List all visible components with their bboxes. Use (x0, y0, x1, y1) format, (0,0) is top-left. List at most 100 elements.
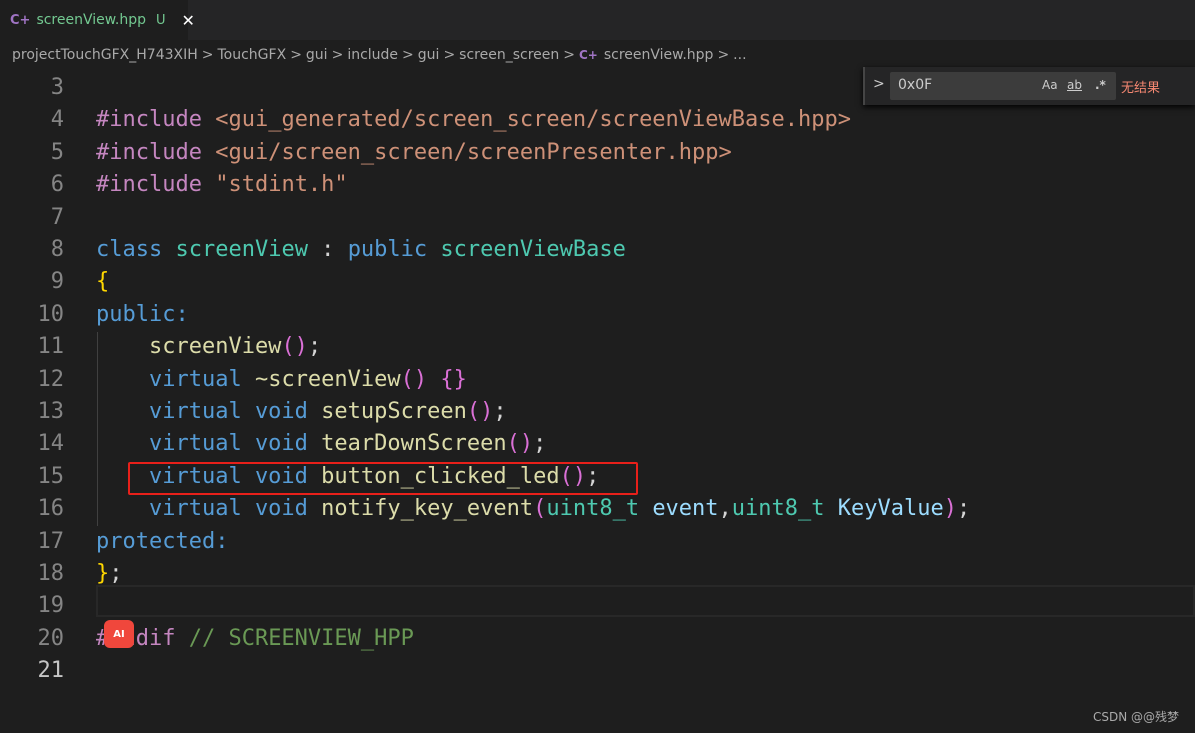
line-number: 18 (37, 561, 65, 586)
line-number: 15 (37, 463, 65, 489)
code-token: ( (533, 496, 547, 522)
code-line[interactable]: 17 protected: (0, 526, 1195, 558)
match-case-button[interactable]: Aa (1042, 78, 1058, 92)
find-input[interactable]: 0x0F Aa ab .* (890, 72, 1116, 100)
code-token: () (466, 399, 494, 424)
code-text: #include <gui_generated/screen_screen/sc… (96, 104, 851, 136)
code-token: {} (440, 366, 467, 392)
line-number: 10 (37, 301, 65, 327)
code-line[interactable]: 18}; (0, 558, 1195, 590)
breadcrumb-separator-icon: > (290, 47, 302, 63)
breadcrumb: projectTouchGFX_H743XIH > TouchGFX > gui > inc… (12, 44, 747, 66)
line-number: 16 (37, 496, 65, 522)
code-token: virtual (96, 366, 255, 392)
breadcrumb-item[interactable]: gui (306, 47, 328, 63)
code-token: ; (493, 399, 507, 424)
code-line[interactable]: 14 virtual void tearDownScreen(); (0, 428, 1195, 460)
close-icon[interactable]: ✕ (182, 11, 195, 30)
ai-assistant-icon[interactable]: AI (104, 620, 134, 648)
find-widget: > 0x0F Aa ab .* 无结果 (863, 67, 1195, 105)
code-line[interactable]: 6 #include "stdint.h" (0, 169, 1195, 201)
tab-bar: C+ screenView.hpp U ✕ (0, 0, 1195, 40)
code-token: public: (96, 301, 189, 327)
code-token: screenView (175, 237, 308, 262)
code-text: class screenView : public screenViewBase (96, 234, 626, 266)
code-line[interactable]: 7 (0, 202, 1195, 234)
annotation-highlight-box (128, 462, 638, 495)
breadcrumb-separator-icon: > (201, 47, 214, 63)
code-token: screenView (96, 334, 282, 360)
code-token: ; (307, 334, 322, 360)
code-line[interactable]: 20 #endif // SCREENVIEW_HPP (0, 623, 1195, 655)
code-token: tearDownScreen (321, 431, 507, 457)
breadcrumb-item[interactable]: screenView.hpp (604, 47, 714, 63)
line-number: 4 (50, 107, 64, 133)
code-text: #endif // SCREENVIEW_HPP (96, 623, 414, 655)
code-token: ; (533, 431, 547, 457)
line-number: 21 (37, 658, 65, 684)
code-line[interactable]: 8 class screenView : public screenViewBas… (0, 234, 1195, 266)
code-line[interactable]: 10 public: (0, 299, 1195, 331)
code-text: virtual void setupScreen(); (96, 396, 507, 428)
code-token: ; (956, 496, 971, 522)
code-text: #include "stdint.h" (96, 169, 348, 201)
code-token: "stdint.h" (215, 172, 348, 198)
code-token: #include (96, 139, 216, 165)
code-token: ) (943, 496, 957, 522)
code-token: // SCREENVIEW_HPP (188, 625, 414, 651)
breadcrumb-separator-icon: > (443, 47, 456, 63)
code-token: <gui/screen_screen/screenPresenter.hpp> (215, 139, 732, 165)
code-line[interactable]: 11 screenView(); (0, 331, 1195, 363)
line-number: 20 (37, 625, 65, 651)
breadcrumb-item[interactable]: projectTouchGFX_H743XIH (12, 47, 198, 63)
code-text: protected: (96, 526, 228, 558)
regex-button[interactable]: .* (1095, 78, 1106, 92)
line-number: 6 (50, 172, 64, 198)
cpp-file-icon: C+ (10, 12, 31, 28)
breadcrumb-item[interactable]: ... (733, 47, 746, 63)
code-text: screenView(); (96, 331, 321, 363)
tab-screenview-hpp[interactable]: C+ screenView.hpp U ✕ (0, 0, 195, 40)
code-token: () (281, 334, 308, 360)
code-token: setupScreen (321, 399, 467, 424)
code-text: virtual ~screenView() {} (96, 364, 467, 396)
breadcrumb-item[interactable]: screen_screen (459, 47, 559, 63)
code-text: #include <gui/screen_screen/screenPresen… (96, 137, 732, 169)
code-line[interactable]: 9{ (0, 266, 1195, 298)
line-number: 5 (50, 139, 64, 165)
breadcrumb-item[interactable]: gui (418, 47, 440, 63)
breadcrumb-item[interactable]: TouchGFX (218, 47, 287, 63)
toggle-replace-chevron-icon[interactable]: > (873, 76, 885, 92)
code-line[interactable]: 13 virtual void setupScreen(); (0, 396, 1195, 428)
watermark: CSDN @@残梦 (1092, 710, 1179, 724)
code-line[interactable]: 16 virtual void notify_key_event(uint8_t… (0, 493, 1195, 525)
code-token: protected: (96, 528, 229, 554)
code-token: () (400, 366, 428, 392)
code-token: ; (109, 561, 123, 586)
code-token: : (307, 237, 348, 262)
code-token: public (347, 237, 441, 262)
code-token: <gui_generated/screen_screen/screenViewB… (215, 107, 851, 133)
code-token: ~screenView (254, 366, 401, 392)
code-text: public: (96, 299, 189, 331)
line-number: 13 (37, 399, 65, 424)
code-token: virtual void (96, 399, 322, 424)
line-number: 9 (50, 269, 64, 295)
code-token: #include (96, 172, 216, 198)
breadcrumb-separator-icon: > (563, 47, 575, 63)
code-line[interactable]: 5 #include <gui/screen_screen/screenPrese… (0, 137, 1195, 169)
line-number: 17 (37, 528, 65, 554)
code-line[interactable]: 21 (0, 655, 1195, 687)
line-number: 3 (50, 75, 64, 100)
line-number: 19 (37, 593, 65, 619)
whole-word-button[interactable]: ab (1067, 78, 1082, 92)
breadcrumb-separator-icon: > (717, 47, 730, 63)
breadcrumb-item[interactable]: include (347, 47, 398, 63)
code-line[interactable]: 4 #include <gui_generated/screen_screen/s… (0, 104, 1195, 136)
find-result-text: 无结果 (1121, 81, 1161, 96)
code-token: uint8_t (731, 496, 838, 522)
code-line[interactable]: 12 virtual ~screenView() {} (0, 364, 1195, 396)
line-number: 8 (50, 237, 64, 262)
code-line[interactable]: 19 (0, 590, 1195, 622)
line-number: 12 (37, 366, 65, 392)
